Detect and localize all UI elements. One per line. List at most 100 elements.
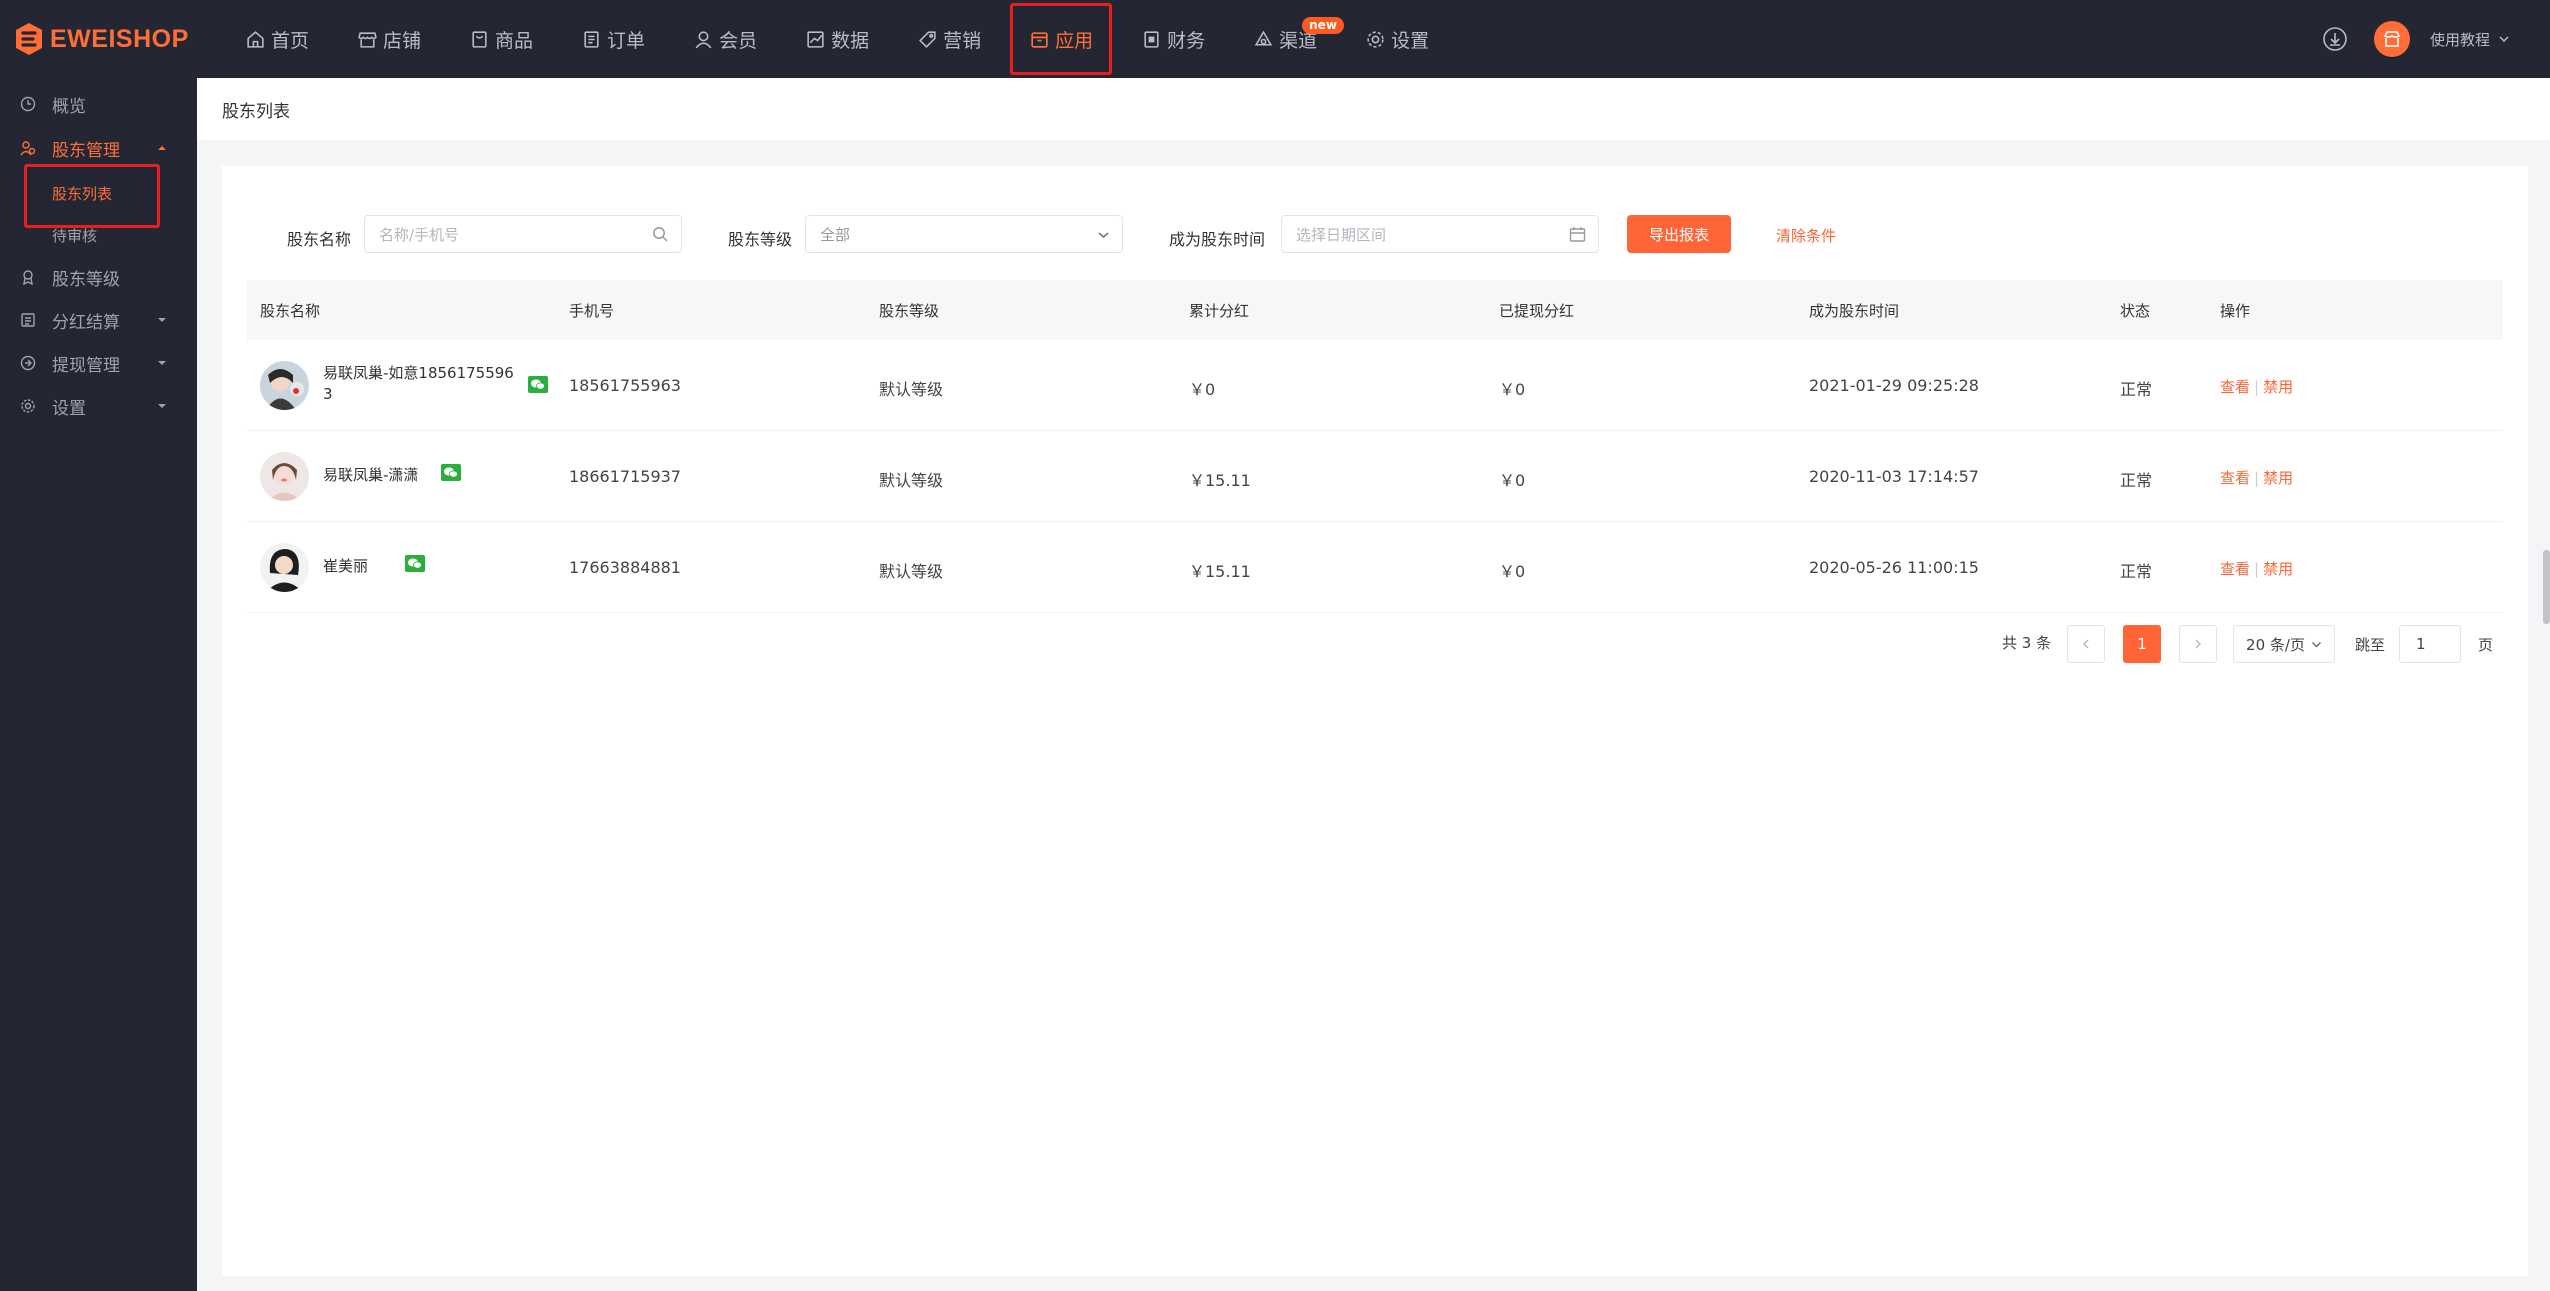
prev-page-button[interactable] — [2067, 625, 2105, 663]
disable-link[interactable]: 禁用 — [2263, 560, 2293, 578]
tutorial-menu[interactable]: 使用教程 — [2430, 29, 2510, 50]
sidebar-item-settings[interactable]: 设置 — [0, 386, 197, 426]
page-header: 股东列表 — [197, 78, 2550, 140]
sidebar-item-withdraw[interactable]: 提现管理 — [0, 343, 197, 383]
nav-label: 数据 — [831, 29, 870, 52]
brand-logo[interactable]: EWEISHOP — [14, 22, 189, 56]
row-actions: 查看 | 禁用 — [2220, 558, 2293, 579]
disable-link[interactable]: 禁用 — [2263, 469, 2293, 487]
new-badge: new — [1302, 17, 1344, 34]
nav-marketing[interactable]: 营销 — [904, 0, 994, 78]
table-header: 股东名称 手机号 股东等级 累计分红 已提现分红 成为股东时间 状态 操作 — [247, 280, 2503, 340]
table-row: 崔美丽 17663884881 默认等级 ￥15.11 ￥0 2020-05-2… — [247, 522, 2503, 613]
goto-page-input[interactable]: 1 — [2399, 625, 2461, 663]
wechat-icon — [528, 376, 548, 393]
view-link[interactable]: 查看 — [2220, 560, 2250, 578]
nav-label: 应用 — [1055, 29, 1094, 52]
caret-down-icon — [158, 318, 166, 322]
col-status: 状态 — [2120, 302, 2151, 320]
clock-icon — [20, 96, 36, 112]
shareholder-name-text: 易联凤巢-如意18561755963 — [323, 364, 514, 403]
tag-icon — [919, 30, 936, 48]
action-separator: | — [2254, 469, 2260, 487]
export-button[interactable]: 导出报表 — [1627, 215, 1731, 253]
sidebar-item-label: 提现管理 — [52, 355, 120, 376]
caret-down-icon — [158, 404, 166, 408]
level-icon — [23, 270, 33, 285]
sidebar-item-shareholder-mgmt[interactable]: 股东管理 — [0, 128, 197, 168]
filter-level-label: 股东等级 — [728, 230, 793, 249]
join-time: 2020-11-03 17:14:57 — [1809, 467, 1979, 486]
withdraw-icon — [20, 355, 36, 371]
nav-store[interactable]: 店铺 — [344, 0, 434, 78]
status: 正常 — [2120, 562, 2153, 581]
wechat-icon — [405, 555, 425, 572]
nav-label: 设置 — [1391, 29, 1430, 52]
shareholder-name: 易联凤巢-潇潇 — [323, 465, 523, 486]
user-photo-icon — [260, 452, 309, 501]
nav-app[interactable]: 应用 — [1010, 0, 1113, 78]
nav-channel[interactable]: 渠道 new — [1240, 0, 1344, 78]
caret-up-icon — [158, 146, 166, 150]
nav-label: 首页 — [271, 29, 310, 52]
clear-filters-link[interactable]: 清除条件 — [1776, 225, 1836, 246]
shareholder-name-text: 易联凤巢-潇潇 — [323, 466, 419, 484]
date-range-picker[interactable]: 选择日期区间 — [1281, 215, 1599, 253]
join-time: 2020-05-26 11:00:15 — [1809, 558, 1979, 577]
sidebar-item-overview[interactable]: 概览 — [0, 84, 197, 124]
nav-finance[interactable]: 财务 — [1128, 0, 1218, 78]
col-total-dividend: 累计分红 — [1189, 302, 1250, 320]
store-avatar-icon — [2383, 31, 2401, 47]
nav-settings[interactable]: 设置 — [1352, 0, 1442, 78]
chevron-down-icon — [2311, 641, 2321, 647]
page-button-current[interactable]: 1 — [2123, 625, 2161, 663]
phone: 18661715937 — [569, 467, 681, 486]
sidebar-item-settlement[interactable]: 分红结算 — [0, 300, 197, 340]
col-level: 股东等级 — [879, 302, 940, 320]
level-select[interactable]: 全部 — [805, 215, 1123, 253]
search-input[interactable]: 名称/手机号 — [364, 215, 682, 253]
brand-name: EWEISHOP — [50, 24, 189, 53]
scrollbar-thumb[interactable] — [2543, 550, 2550, 624]
calendar-icon — [1569, 227, 1586, 242]
top-navbar: EWEISHOP 首页 店铺 商品 订单 会员 数据 营销 应用 财务 渠道 n… — [0, 0, 2550, 78]
chevron-right-icon — [2195, 639, 2202, 649]
view-link[interactable]: 查看 — [2220, 378, 2250, 396]
nav-member[interactable]: 会员 — [680, 0, 770, 78]
sidebar-sub-pending[interactable]: 待审核 — [52, 220, 97, 250]
disable-link[interactable]: 禁用 — [2263, 378, 2293, 396]
tutorial-label: 使用教程 — [2429, 30, 2490, 49]
search-icon — [653, 227, 668, 242]
user-photo-icon — [260, 361, 309, 410]
nav-goods[interactable]: 商品 — [456, 0, 546, 78]
download-icon[interactable] — [2322, 26, 2348, 52]
sidebar-sub-label: 待审核 — [52, 226, 98, 245]
nav-data[interactable]: 数据 — [792, 0, 882, 78]
view-link[interactable]: 查看 — [2220, 469, 2250, 487]
withdrawn-dividend: ￥0 — [1499, 380, 1526, 399]
next-page-button[interactable] — [2179, 625, 2217, 663]
action-separator: | — [2254, 560, 2260, 578]
chevron-down-icon — [2499, 36, 2509, 43]
nav-label: 营销 — [943, 29, 982, 52]
col-actions: 操作 — [2220, 302, 2251, 320]
page-size-select[interactable]: 20 条/页 — [2233, 625, 2335, 663]
sidebar-sub-shareholder-list[interactable]: 股东列表 — [23, 164, 161, 228]
finance-icon — [1144, 30, 1159, 48]
join-time: 2021-01-29 09:25:28 — [1809, 376, 1979, 395]
pagination-total: 共 3 条 — [2002, 633, 2052, 652]
date-range-placeholder: 选择日期区间 — [1296, 225, 1387, 244]
nav-order[interactable]: 订单 — [568, 0, 658, 78]
nav-label: 财务 — [1167, 29, 1206, 52]
phone: 18561755963 — [569, 376, 681, 395]
nav-home[interactable]: 首页 — [232, 0, 322, 78]
sidebar-item-level[interactable]: 股东等级 — [0, 257, 197, 297]
user-avatar[interactable] — [2373, 21, 2410, 57]
status: 正常 — [2120, 380, 2153, 399]
home-icon — [247, 30, 264, 48]
level: 默认等级 — [879, 471, 944, 490]
current-page-number: 1 — [2137, 635, 2147, 653]
nav-label: 店铺 — [383, 29, 422, 52]
settings-icon — [1367, 30, 1384, 48]
settlement-icon — [21, 313, 35, 327]
